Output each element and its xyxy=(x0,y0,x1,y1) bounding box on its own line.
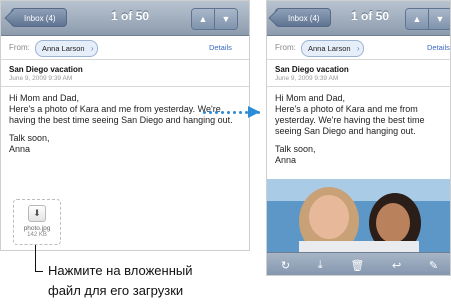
compose-icon[interactable]: ✎ xyxy=(429,259,438,272)
date: June 9, 2009 9:39 AM xyxy=(9,75,73,82)
body-line: Talk soon, xyxy=(275,144,316,154)
message-counter: 1 of 50 xyxy=(351,9,390,23)
inbox-back-button[interactable]: Inbox (4) xyxy=(275,8,331,27)
body-line: Here's a photo of Kara and me from yeste… xyxy=(275,104,425,136)
photo-image xyxy=(267,179,450,252)
arrow-head-icon xyxy=(248,106,260,118)
message-body: Hi Mom and Dad, Here's a photo of Kara an… xyxy=(267,87,450,166)
body-line: Hi Mom and Dad, xyxy=(275,93,346,103)
trash-icon[interactable]: 🗑 xyxy=(350,259,364,272)
body-line: Talk soon, xyxy=(9,133,50,143)
download-icon: ⬇ xyxy=(28,205,46,222)
subject: San Diego vacation xyxy=(275,65,349,74)
nav-bar: Inbox (4) 1 of 50 ▲ ▼ xyxy=(267,1,450,36)
body-line: Hi Mom and Dad, xyxy=(9,93,80,103)
body-line: Anna xyxy=(9,144,31,154)
details-link[interactable]: Details xyxy=(427,43,450,52)
chevron-right-icon: › xyxy=(356,44,360,53)
refresh-icon[interactable]: ↻ xyxy=(281,259,290,272)
caption-line-1: Нажмите на вложенный xyxy=(48,263,193,278)
next-message-button[interactable]: ▼ xyxy=(214,9,237,29)
body-line: Anna xyxy=(275,155,297,165)
date: June 9, 2009 9:39 AM xyxy=(275,75,339,82)
caption-line-2: файл для его загрузки xyxy=(48,283,184,298)
from-row: From: Anna Larson › Details xyxy=(267,36,450,60)
from-label: From: xyxy=(9,43,30,52)
body-line: Here's a photo of Kara and me from yeste… xyxy=(9,104,233,125)
message-nav-arrows: ▲ ▼ xyxy=(191,8,238,30)
callout-line-tick xyxy=(35,271,43,272)
attached-photo[interactable] xyxy=(267,179,450,252)
message-toolbar: ↻ ⤓ 🗑 ↩ ✎ xyxy=(267,252,450,275)
subject-block: San Diego vacation June 9, 2009 9:39 AM xyxy=(267,60,450,87)
mail-screen-before: Inbox (4) 1 of 50 ▲ ▼ From: Anna Larson ›… xyxy=(0,0,250,251)
reply-icon[interactable]: ↩ xyxy=(392,259,401,272)
callout-line xyxy=(35,245,36,272)
inbox-back-button[interactable]: Inbox (4) xyxy=(11,8,67,27)
attachment-filename: photo.jpg xyxy=(23,225,51,232)
from-row: From: Anna Larson › Details xyxy=(1,36,249,60)
move-icon[interactable]: ⤓ xyxy=(318,259,323,272)
message-body: Hi Mom and Dad, Here's a photo of Kara an… xyxy=(1,87,249,155)
sender-chip[interactable]: Anna Larson › xyxy=(301,40,364,57)
subject: San Diego vacation xyxy=(9,65,83,74)
previous-message-button[interactable]: ▲ xyxy=(192,9,214,29)
subject-block: San Diego vacation June 9, 2009 9:39 AM xyxy=(1,60,249,87)
nav-bar: Inbox (4) 1 of 50 ▲ ▼ xyxy=(1,1,249,36)
sender-chip[interactable]: Anna Larson › xyxy=(35,40,98,57)
from-label: From: xyxy=(275,43,296,52)
mail-screen-after: Inbox (4) 1 of 50 ▲ ▼ From: Anna Larson ›… xyxy=(266,0,451,276)
previous-message-button[interactable]: ▲ xyxy=(406,9,428,29)
next-message-button[interactable]: ▼ xyxy=(428,9,450,29)
message-counter: 1 of 50 xyxy=(111,9,150,23)
message-nav-arrows: ▲ ▼ xyxy=(405,8,450,30)
attachment-size: 142 KB xyxy=(27,232,47,238)
details-link[interactable]: Details xyxy=(209,43,232,52)
chevron-right-icon: › xyxy=(90,44,94,53)
callout-caption: Нажмите на вложенный файл для его загруз… xyxy=(48,261,193,301)
attachment[interactable]: ⬇ photo.jpg 142 KB xyxy=(13,199,61,245)
